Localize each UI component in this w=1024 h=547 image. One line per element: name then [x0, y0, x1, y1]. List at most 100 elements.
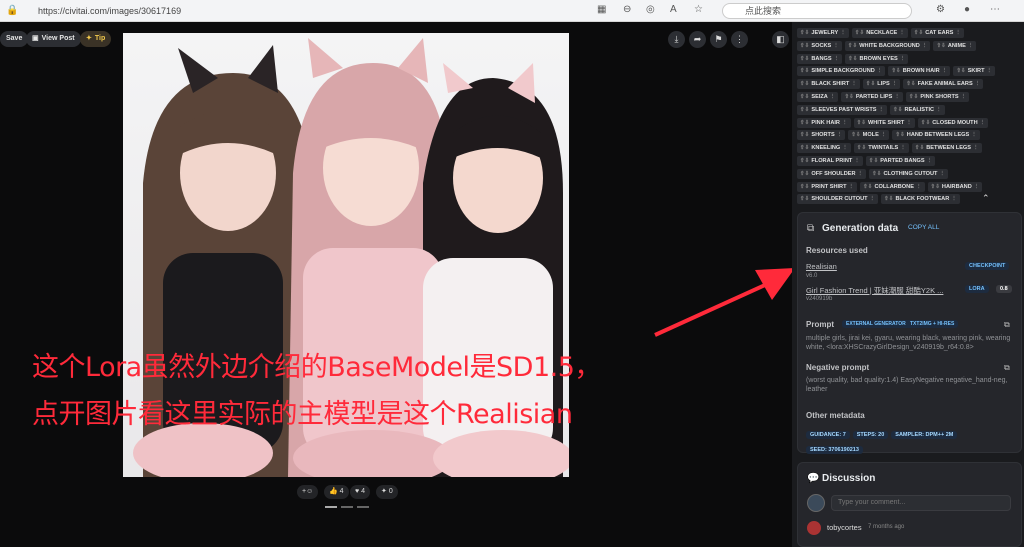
- tag-menu-icon[interactable]: ⋮: [980, 118, 986, 128]
- tag-chip[interactable]: ⇧⇩ PRINT SHIRT ⋮: [797, 181, 858, 192]
- tag-menu-icon[interactable]: ⋮: [879, 105, 885, 115]
- tag-menu-icon[interactable]: ⋮: [842, 143, 848, 153]
- vote-icon[interactable]: ⇧⇩: [869, 156, 878, 166]
- tag-menu-icon[interactable]: ⋮: [833, 41, 839, 51]
- tag-chip[interactable]: ⇧⇩ SLEEVES PAST WRISTS ⋮: [797, 104, 888, 115]
- tag-menu-icon[interactable]: ⋮: [955, 28, 961, 38]
- tag-menu-icon[interactable]: ⋮: [840, 28, 846, 38]
- tag-chip[interactable]: ⇧⇩ BLACK SHIRT ⋮: [797, 79, 860, 90]
- vote-icon[interactable]: ⇧⇩: [800, 169, 809, 179]
- vote-icon[interactable]: ⇧⇩: [800, 79, 809, 89]
- tag-chip[interactable]: ⇧⇩ CLOSED MOUTH ⋮: [917, 117, 989, 128]
- vote-icon[interactable]: ⇧⇩: [914, 28, 923, 38]
- tag-menu-icon[interactable]: ⋮: [830, 92, 836, 102]
- tag-menu-icon[interactable]: ⋮: [849, 182, 855, 192]
- tag-chip[interactable]: ⇧⇩ REALISTIC ⋮: [890, 104, 945, 115]
- vote-icon[interactable]: ⇧⇩: [893, 105, 902, 115]
- vote-icon[interactable]: ⇧⇩: [800, 143, 809, 153]
- tag-chip[interactable]: ⇧⇩ KNEELING ⋮: [797, 143, 851, 154]
- vote-icon[interactable]: ⇧⇩: [800, 54, 809, 64]
- tag-menu-icon[interactable]: ⋮: [900, 143, 906, 153]
- resource-link-lora[interactable]: Girl Fashion Trend | 亚妹潮服 甜酷Y2K ...: [806, 285, 956, 296]
- tag-menu-icon[interactable]: ⋮: [894, 92, 900, 102]
- tag-menu-icon[interactable]: ⋮: [900, 54, 906, 64]
- tag-menu-icon[interactable]: ⋮: [892, 79, 898, 89]
- tag-chip[interactable]: ⇧⇩ BLACK FOOTWEAR ⋮: [881, 194, 960, 205]
- vote-icon[interactable]: ⇧⇩: [800, 66, 809, 76]
- tag-chip[interactable]: ⇧⇩ FAKE ANIMAL EARS ⋮: [903, 79, 984, 90]
- vote-icon[interactable]: ⇧⇩: [863, 182, 872, 192]
- vote-icon[interactable]: ⇧⇩: [931, 182, 940, 192]
- vote-icon[interactable]: ⇧⇩: [936, 41, 945, 51]
- tag-menu-icon[interactable]: ⋮: [837, 130, 843, 140]
- vote-icon[interactable]: ⇧⇩: [800, 118, 809, 128]
- vote-icon[interactable]: ⇧⇩: [800, 41, 809, 51]
- tag-menu-icon[interactable]: ⋮: [968, 41, 974, 51]
- tag-menu-icon[interactable]: ⋮: [942, 66, 948, 76]
- tag-menu-icon[interactable]: ⋮: [834, 54, 840, 64]
- vote-icon[interactable]: ⇧⇩: [921, 118, 930, 128]
- tag-chip[interactable]: ⇧⇩ BROWN EYES ⋮: [845, 53, 909, 64]
- vote-icon[interactable]: ⇧⇩: [891, 66, 900, 76]
- tag-menu-icon[interactable]: ⋮: [842, 118, 848, 128]
- tag-menu-icon[interactable]: ⋮: [870, 194, 876, 204]
- vote-icon[interactable]: ⇧⇩: [844, 92, 853, 102]
- tag-chip[interactable]: ⇧⇩ CLOTHING CUTOUT ⋮: [869, 168, 949, 179]
- vote-icon[interactable]: ⇧⇩: [906, 79, 915, 89]
- vote-icon[interactable]: ⇧⇩: [848, 54, 857, 64]
- resource-link-realisian[interactable]: Realisian: [806, 262, 837, 271]
- tag-menu-icon[interactable]: ⋮: [971, 130, 977, 140]
- copy-all-button[interactable]: COPY ALL: [908, 224, 939, 231]
- vote-icon[interactable]: ⇧⇩: [848, 41, 857, 51]
- tag-chip[interactable]: ⇧⇩ CAT EARS ⋮: [910, 28, 965, 38]
- tag-chip[interactable]: ⇧⇩ NECKLACE ⋮: [851, 28, 908, 38]
- tag-menu-icon[interactable]: ⋮: [936, 105, 942, 115]
- vote-icon[interactable]: ⇧⇩: [884, 194, 893, 204]
- tag-menu-icon[interactable]: ⋮: [854, 156, 860, 166]
- tag-menu-icon[interactable]: ⋮: [973, 143, 979, 153]
- vote-icon[interactable]: ⇧⇩: [915, 143, 924, 153]
- vote-icon[interactable]: ⇧⇩: [800, 156, 809, 166]
- tag-chip[interactable]: ⇧⇩ SHOULDER CUTOUT ⋮: [797, 194, 879, 205]
- tag-chip[interactable]: ⇧⇩ BROWN HAIR ⋮: [888, 66, 951, 77]
- tag-menu-icon[interactable]: ⋮: [939, 169, 945, 179]
- vote-icon[interactable]: ⇧⇩: [895, 130, 904, 140]
- tag-chip[interactable]: ⇧⇩ TWINTAILS ⋮: [853, 143, 909, 154]
- tag-menu-icon[interactable]: ⋮: [974, 182, 980, 192]
- vote-icon[interactable]: ⇧⇩: [800, 194, 809, 204]
- comment-input[interactable]: Type your comment...: [831, 495, 1011, 511]
- tag-chip[interactable]: ⇧⇩ PINK SHORTS ⋮: [906, 92, 970, 102]
- tag-chip[interactable]: ⇧⇩ MOLE ⋮: [848, 130, 890, 141]
- vote-icon[interactable]: ⇧⇩: [872, 169, 881, 179]
- vote-icon[interactable]: ⇧⇩: [857, 118, 866, 128]
- tag-menu-icon[interactable]: ⋮: [916, 182, 922, 192]
- tag-chip[interactable]: ⇧⇩ BETWEEN LEGS ⋮: [911, 143, 982, 154]
- tag-chip[interactable]: ⇧⇩ SKIRT ⋮: [953, 66, 996, 77]
- tag-chip[interactable]: ⇧⇩ SOCKS ⋮: [797, 40, 842, 51]
- tag-chip[interactable]: ⇧⇩ PINK HAIR ⋮: [797, 117, 851, 128]
- tag-chip[interactable]: ⇧⇩ JEWELRY ⋮: [797, 28, 849, 38]
- tag-chip[interactable]: ⇧⇩ SEIZA ⋮: [797, 92, 839, 102]
- tag-chip[interactable]: ⇧⇩ OFF SHOULDER ⋮: [797, 168, 867, 179]
- tag-chip[interactable]: ⇧⇩ WHITE SHIRT ⋮: [853, 117, 915, 128]
- comment-username[interactable]: tobycortes: [827, 523, 862, 532]
- tag-menu-icon[interactable]: ⋮: [975, 79, 981, 89]
- vote-icon[interactable]: ⇧⇩: [800, 105, 809, 115]
- vote-icon[interactable]: ⇧⇩: [800, 28, 809, 38]
- vote-icon[interactable]: ⇧⇩: [909, 92, 918, 102]
- copy-icon[interactable]: ⧉: [1004, 320, 1010, 330]
- vote-icon[interactable]: ⇧⇩: [866, 79, 875, 89]
- vote-icon[interactable]: ⇧⇩: [800, 130, 809, 140]
- tag-chip[interactable]: ⇧⇩ PARTED BANGS ⋮: [865, 156, 936, 166]
- tag-chip[interactable]: ⇧⇩ LIPS ⋮: [862, 79, 901, 90]
- vote-icon[interactable]: ⇧⇩: [956, 66, 965, 76]
- tag-menu-icon[interactable]: ⋮: [877, 66, 883, 76]
- tag-menu-icon[interactable]: ⋮: [951, 194, 957, 204]
- tag-chip[interactable]: ⇧⇩ HAND BETWEEN LEGS ⋮: [892, 130, 980, 141]
- tag-menu-icon[interactable]: ⋮: [927, 156, 933, 166]
- tag-chip[interactable]: ⇧⇩ WHITE BACKGROUND ⋮: [844, 40, 931, 51]
- tag-menu-icon[interactable]: ⋮: [858, 169, 864, 179]
- tag-menu-icon[interactable]: ⋮: [906, 118, 912, 128]
- vote-icon[interactable]: ⇧⇩: [800, 182, 809, 192]
- tag-chip[interactable]: ⇧⇩ SHORTS ⋮: [797, 130, 846, 141]
